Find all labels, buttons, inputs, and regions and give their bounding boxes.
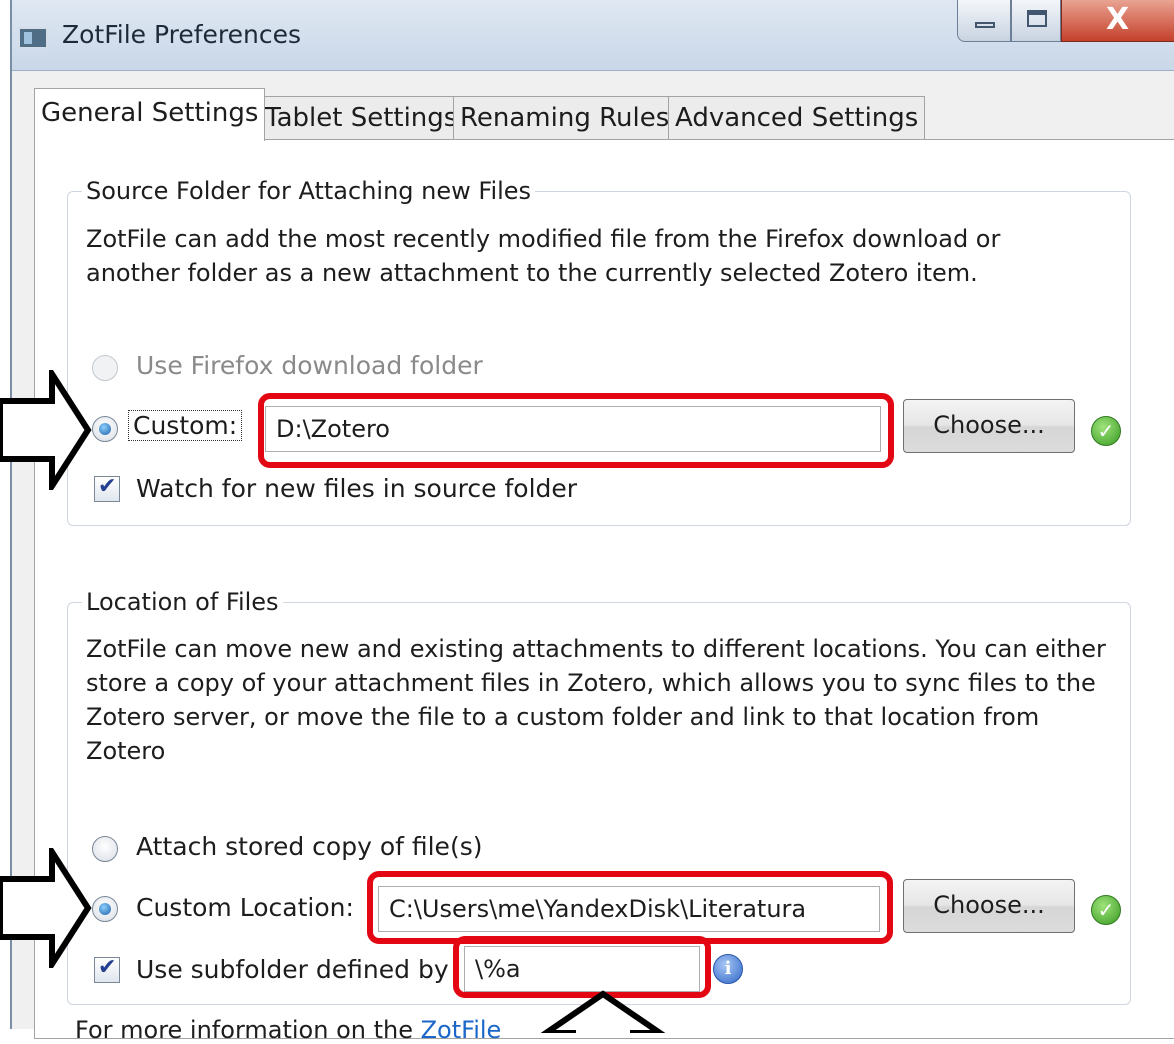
source-folder-path-input[interactable]: D:\Zotero	[265, 406, 881, 452]
window-controls: X	[957, 0, 1174, 48]
use-subfolder-checkbox[interactable]	[94, 955, 120, 983]
radio-attach-stored-copy-label: Attach stored copy of file(s)	[136, 832, 483, 861]
checkmark-ok-icon: ✓	[1091, 895, 1121, 925]
radio-firefox-download-folder[interactable]	[92, 355, 118, 381]
title-bar: ZotFile Preferences X	[12, 0, 1174, 71]
radio-custom-source-label: Custom:	[128, 410, 243, 441]
radio-firefox-download-folder-label: Use Firefox download folder	[136, 351, 483, 380]
maximize-button[interactable]	[1011, 0, 1061, 42]
zotfile-link[interactable]: ZotFile	[421, 1016, 502, 1044]
tab-tablet-settings[interactable]: Tablet Settings	[258, 96, 465, 140]
watch-new-files-checkbox[interactable]	[94, 474, 120, 502]
window-title: ZotFile Preferences	[62, 20, 302, 49]
footer-prefix: For more information on the	[75, 1016, 421, 1044]
zotfile-icon	[18, 27, 48, 49]
location-description: ZotFile can move new and existing attach…	[86, 635, 1106, 765]
close-icon: X	[1106, 2, 1130, 37]
info-icon[interactable]: i	[713, 954, 743, 984]
radio-custom-location[interactable]	[92, 896, 118, 922]
location-choose-button[interactable]: Choose...	[903, 879, 1075, 933]
custom-location-path-input[interactable]: C:\Users\me\YandexDisk\Literatura	[378, 886, 880, 932]
source-folder-legend: Source Folder for Attaching new Files	[82, 177, 536, 205]
subfolder-pattern-input[interactable]: \%a	[464, 946, 700, 992]
source-choose-button[interactable]: Choose...	[903, 399, 1075, 453]
tab-advanced-settings[interactable]: Advanced Settings	[668, 96, 926, 140]
source-folder-description: ZotFile can add the most recently modifi…	[86, 225, 1001, 287]
radio-custom-source[interactable]	[92, 416, 118, 442]
close-button[interactable]: X	[1061, 0, 1174, 42]
footer-text: For more information on the ZotFile	[75, 1016, 501, 1044]
radio-attach-stored-copy[interactable]	[92, 836, 118, 862]
watch-new-files-label: Watch for new files in source folder	[136, 474, 578, 503]
checkmark-ok-icon: ✓	[1091, 416, 1121, 446]
use-subfolder-label: Use subfolder defined by	[136, 955, 449, 984]
tab-general-settings[interactable]: General Settings	[34, 88, 266, 141]
tab-renaming-rules[interactable]: Renaming Rules	[453, 96, 677, 140]
location-legend: Location of Files	[82, 588, 283, 616]
maximize-icon	[1027, 10, 1047, 27]
radio-custom-location-label: Custom Location:	[136, 893, 354, 922]
minimize-button[interactable]	[957, 0, 1011, 42]
minimize-icon	[975, 22, 995, 28]
